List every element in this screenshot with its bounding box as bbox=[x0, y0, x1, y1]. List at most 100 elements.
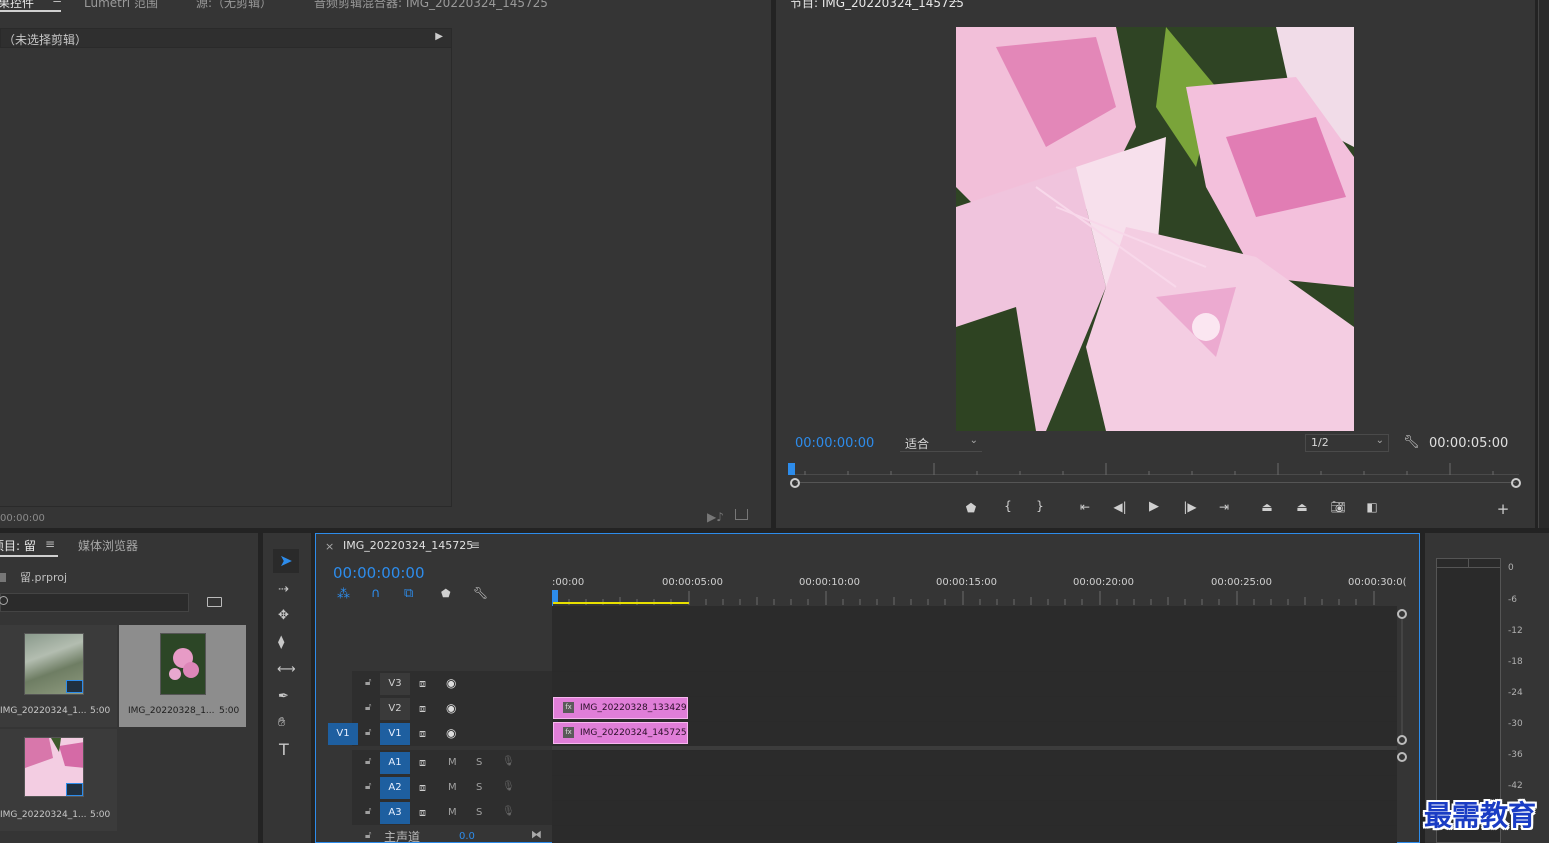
snap-magnet-icon[interactable]: ∩ bbox=[371, 586, 381, 601]
lock-icon[interactable]: 🔓︎ bbox=[365, 677, 371, 688]
step-forward-icon[interactable]: |▶ bbox=[1181, 500, 1199, 514]
timeline-playhead[interactable] bbox=[552, 590, 558, 602]
track-target-a1[interactable]: A1 bbox=[380, 752, 410, 774]
track-target-v3[interactable]: V3 bbox=[380, 673, 410, 695]
ripple-edit-tool-icon[interactable]: ✥ bbox=[278, 609, 289, 623]
timeline-clip[interactable]: fx IMG_20220324_145725.j bbox=[553, 722, 688, 744]
monitor-menu-icon[interactable]: ≡ bbox=[948, 0, 958, 6]
track-target-a2[interactable]: A2 bbox=[380, 777, 410, 799]
eye-icon[interactable]: ◉ bbox=[446, 726, 456, 740]
program-current-timecode[interactable]: 00:00:00:00 bbox=[795, 436, 874, 451]
track-target-v2[interactable]: V2 bbox=[380, 698, 410, 720]
solo-button[interactable]: S bbox=[476, 757, 482, 768]
work-area-bar[interactable] bbox=[552, 602, 689, 604]
tab-menu-icon[interactable]: ≡ bbox=[52, 0, 62, 6]
playback-resolution-select[interactable]: 1/2 ⌄ bbox=[1305, 434, 1389, 452]
mute-button[interactable]: M bbox=[448, 757, 457, 768]
video-scroll-bottom-handle[interactable] bbox=[1397, 735, 1407, 745]
project-item-tile[interactable]: IMG_20220324_1... 5:00 bbox=[0, 625, 117, 727]
track-select-tool-icon[interactable]: ⇢ bbox=[278, 583, 289, 597]
project-item-tile[interactable]: IMG_20220328_1... 5:00 bbox=[119, 625, 246, 727]
timeline-menu-icon[interactable]: ≡ bbox=[470, 538, 480, 552]
source-patch-v1[interactable]: V1 bbox=[328, 723, 358, 745]
sync-lock-icon[interactable]: ⧈ bbox=[419, 677, 426, 691]
pen-tool-icon[interactable]: ✒︎ bbox=[278, 690, 289, 704]
track-target-v1[interactable]: V1 bbox=[380, 723, 410, 745]
find-folder-icon[interactable] bbox=[207, 597, 222, 607]
export-frame-camera-icon[interactable]: 📷︎ bbox=[1329, 500, 1347, 514]
tab-project[interactable]: 项目: 留 bbox=[0, 537, 36, 554]
sync-lock-icon[interactable]: ⧈ bbox=[419, 806, 426, 820]
solo-button[interactable]: S bbox=[476, 807, 482, 818]
program-time-ruler[interactable] bbox=[790, 463, 1519, 475]
export-icon[interactable] bbox=[735, 509, 748, 520]
timeline-timecode[interactable]: 00:00:00:00 bbox=[333, 564, 425, 582]
eye-icon[interactable]: ◉ bbox=[446, 676, 456, 690]
lock-icon[interactable]: 🔓︎ bbox=[365, 830, 371, 841]
project-menu-icon[interactable]: ≡ bbox=[45, 537, 55, 551]
play-icon[interactable]: ▶ bbox=[1145, 499, 1163, 514]
lock-icon[interactable]: 🔓︎ bbox=[365, 781, 371, 792]
comparison-view-icon[interactable]: ◧ bbox=[1363, 500, 1381, 514]
lock-icon[interactable]: 🔓︎ bbox=[365, 702, 371, 713]
project-item-tile[interactable]: IMG_20220324_1... 5:00 bbox=[0, 729, 117, 831]
slip-tool-icon[interactable]: ⟷ bbox=[277, 663, 296, 677]
step-back-icon[interactable]: ◀| bbox=[1111, 500, 1129, 514]
track-target-a3[interactable]: A3 bbox=[380, 802, 410, 824]
hand-tool-icon[interactable]: ✋︎ bbox=[278, 716, 285, 730]
sync-lock-icon[interactable]: ⧈ bbox=[419, 727, 426, 741]
go-to-keyframe-icon[interactable]: ⧓ bbox=[531, 828, 542, 841]
sync-lock-icon[interactable]: ⧈ bbox=[419, 702, 426, 716]
add-button-icon[interactable]: + bbox=[1494, 500, 1512, 518]
extract-icon[interactable]: ⏏︎ bbox=[1293, 500, 1311, 514]
program-zoom-scrollbar[interactable] bbox=[796, 482, 1516, 483]
mute-button[interactable]: M bbox=[448, 782, 457, 793]
add-marker-icon[interactable]: ⬟ bbox=[441, 587, 451, 600]
timeline-sequence-tab[interactable]: IMG_20220324_145725 bbox=[343, 539, 473, 552]
tab-media-browser[interactable]: 媒体浏览器 bbox=[78, 537, 138, 554]
razor-tool-icon[interactable]: ⧫ bbox=[278, 636, 284, 650]
lift-icon[interactable]: ⏏︎ bbox=[1258, 500, 1276, 514]
scroll-handle-left[interactable] bbox=[790, 478, 800, 488]
expand-arrow-icon[interactable]: ▶ bbox=[435, 31, 443, 42]
program-playhead[interactable] bbox=[788, 463, 795, 475]
settings-wrench-icon[interactable]: 🔧︎ bbox=[1403, 435, 1420, 450]
zoom-level-select[interactable]: 适合 ⌄ bbox=[900, 434, 982, 452]
mark-in-icon[interactable]: { bbox=[999, 499, 1017, 513]
eye-icon[interactable]: ◉ bbox=[446, 701, 456, 715]
mute-button[interactable]: M bbox=[448, 807, 457, 818]
microphone-icon[interactable]: 🎙︎ bbox=[502, 806, 515, 817]
video-scroll-top-handle[interactable] bbox=[1397, 609, 1407, 619]
add-marker-icon[interactable]: ⬟ bbox=[962, 501, 980, 515]
sync-lock-icon[interactable]: ⧈ bbox=[419, 756, 426, 770]
timeline-close-button[interactable]: × bbox=[325, 540, 334, 553]
project-search-input[interactable] bbox=[0, 593, 189, 612]
track-lane-master bbox=[552, 825, 1397, 843]
scroll-handle-right[interactable] bbox=[1511, 478, 1521, 488]
tab-lumetri-scopes[interactable]: Lumetri 范围 bbox=[84, 0, 158, 11]
solo-button[interactable]: S bbox=[476, 782, 482, 793]
microphone-icon[interactable]: 🎙︎ bbox=[502, 756, 515, 767]
tab-audio-clip-mixer[interactable]: 音频剪辑混合器: IMG_20220324_145725 bbox=[314, 0, 548, 11]
type-tool-icon[interactable]: T bbox=[279, 742, 289, 758]
lock-icon[interactable]: 🔓︎ bbox=[365, 756, 371, 767]
go-to-out-icon[interactable]: ⇥ bbox=[1215, 500, 1233, 514]
tab-source[interactable]: 源:（无剪辑） bbox=[196, 0, 272, 11]
mark-out-icon[interactable]: } bbox=[1031, 499, 1049, 513]
selection-tool-icon[interactable]: ➤ bbox=[273, 549, 299, 573]
linked-selection-icon[interactable]: ⧉ bbox=[404, 586, 413, 601]
go-to-in-icon[interactable]: ⇤ bbox=[1076, 500, 1094, 514]
lock-icon[interactable]: 🔓︎ bbox=[365, 727, 371, 738]
video-scrollbar-track[interactable] bbox=[1401, 619, 1403, 735]
tab-program-monitor[interactable]: 节目: IMG_20220324_145725 bbox=[790, 0, 964, 11]
lock-icon[interactable]: 🔓︎ bbox=[365, 806, 371, 817]
timeline-settings-wrench-icon[interactable]: 🔧︎ bbox=[473, 586, 488, 600]
nest-sequence-icon[interactable]: ⁂ bbox=[337, 587, 350, 602]
master-volume-value[interactable]: 0.0 bbox=[459, 831, 475, 842]
audio-scroll-top-handle[interactable] bbox=[1397, 752, 1407, 762]
meter-channel-divider bbox=[1468, 559, 1469, 568]
microphone-icon[interactable]: 🎙︎ bbox=[502, 781, 515, 792]
sync-lock-icon[interactable]: ⧈ bbox=[419, 781, 426, 795]
play-audio-icon[interactable]: ▶♪ bbox=[707, 510, 724, 524]
timeline-clip[interactable]: fx IMG_20220328_133429.j bbox=[553, 697, 688, 719]
